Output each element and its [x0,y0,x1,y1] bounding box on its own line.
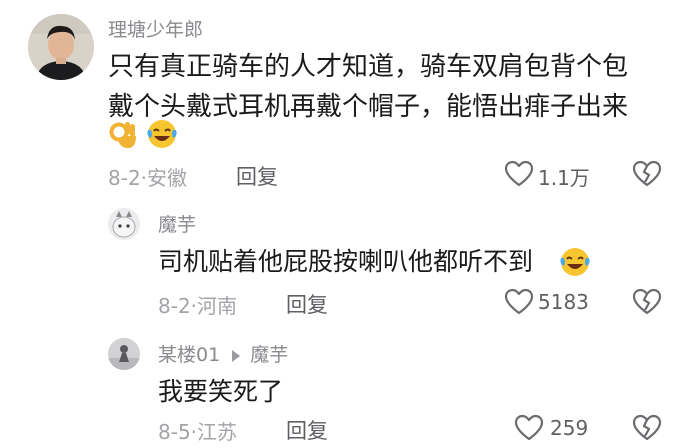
comment-text: 只有真正骑车的人才知道，骑车双肩包背个包 戴个头戴式耳机再戴个帽子，能悟出痱子出… [108,47,628,127]
comment-text: 司机贴着他屁股按喇叭他都听不到 [158,247,534,276]
user-avatar[interactable] [28,14,94,80]
comment-date: 8-5 [158,420,191,444]
heart-icon[interactable] [514,414,544,442]
comment-location: 江苏 [197,420,238,444]
comment-date: 8-2 [108,166,141,190]
reply-arrow-icon [232,349,241,362]
comment-username-row: 某楼01 魔芋 [158,340,288,367]
comment-location: 安徽 [147,166,188,190]
reply-to-username[interactable]: 魔芋 [250,344,288,366]
reply-button[interactable]: 回复 [286,415,328,445]
reply-button[interactable]: 回复 [286,289,328,319]
comment-meta: 8-2·河南 [158,290,237,319]
like-count: 5183 [538,290,589,314]
comment-text-line: 只有真正骑车的人才知道，骑车双肩包背个包 [108,52,629,82]
user-avatar[interactable] [108,338,140,370]
comment-text-line: 戴个头戴式耳机再戴个帽子，能悟出痱子出来 [108,92,629,122]
comment-date: 8-2 [158,294,191,318]
heart-icon[interactable] [504,288,534,316]
like-count: 1.1万 [538,166,590,190]
broken-heart-icon[interactable] [632,414,662,442]
ok-hand-emoji [108,118,140,150]
broken-heart-icon[interactable] [632,160,662,188]
laughing-tears-emoji [559,246,591,278]
comment-meta: 8-5·江苏 [158,416,237,445]
heart-icon[interactable] [504,160,534,188]
comment-text: 我要笑死了 [158,377,284,406]
like-count: 259 [550,416,589,440]
comment-username[interactable]: 某楼01 [158,344,220,366]
user-avatar[interactable] [108,208,140,240]
comment-meta: 8-2·安徽 [108,162,187,191]
broken-heart-icon[interactable] [632,288,662,316]
reply-button[interactable]: 回复 [236,161,278,191]
comment-username[interactable]: 魔芋 [158,210,196,237]
comment-location: 河南 [197,294,238,318]
comment-username[interactable]: 理塘少年郎 [108,15,203,42]
laughing-tears-emoji [146,118,178,150]
